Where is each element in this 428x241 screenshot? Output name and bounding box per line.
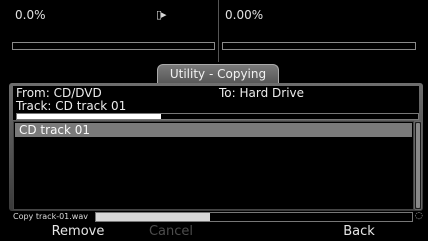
track-label: Track: CD track 01 <box>16 99 127 113</box>
source-label: From: CD/DVD <box>16 86 102 100</box>
list-item[interactable]: CD track 01 <box>15 123 412 137</box>
track-progress-bar <box>16 113 419 120</box>
destination-label: To: Hard Drive <box>219 86 305 100</box>
destination-panel: 0.00% <box>219 0 419 62</box>
destination-progress-bar <box>222 42 416 50</box>
device-arrow-icon: ▯▸ <box>156 8 167 21</box>
status-label: Copy track-01.wav <box>13 212 88 221</box>
back-button[interactable]: Back <box>332 224 386 240</box>
track-list[interactable]: CD track 01 <box>13 121 414 210</box>
dialog-title: Utility - Copying <box>157 64 279 84</box>
busy-icon: ◌ <box>415 211 423 221</box>
cancel-button[interactable]: Cancel <box>138 224 204 240</box>
copy-info: From: CD/DVD To: Hard Drive Track: CD tr… <box>13 86 419 120</box>
source-percent: 0.0% <box>15 8 46 22</box>
source-panel: 0.0% ▯▸ <box>9 0 219 62</box>
list-scrollbar[interactable] <box>414 121 422 210</box>
status-progress-bar <box>95 212 413 222</box>
destination-percent: 0.00% <box>225 8 264 22</box>
scrollbar-thumb[interactable] <box>416 123 420 208</box>
track-progress-fill <box>17 114 162 119</box>
remove-button[interactable]: Remove <box>40 224 116 240</box>
source-progress-bar <box>12 42 215 50</box>
status-progress-fill <box>96 213 210 221</box>
